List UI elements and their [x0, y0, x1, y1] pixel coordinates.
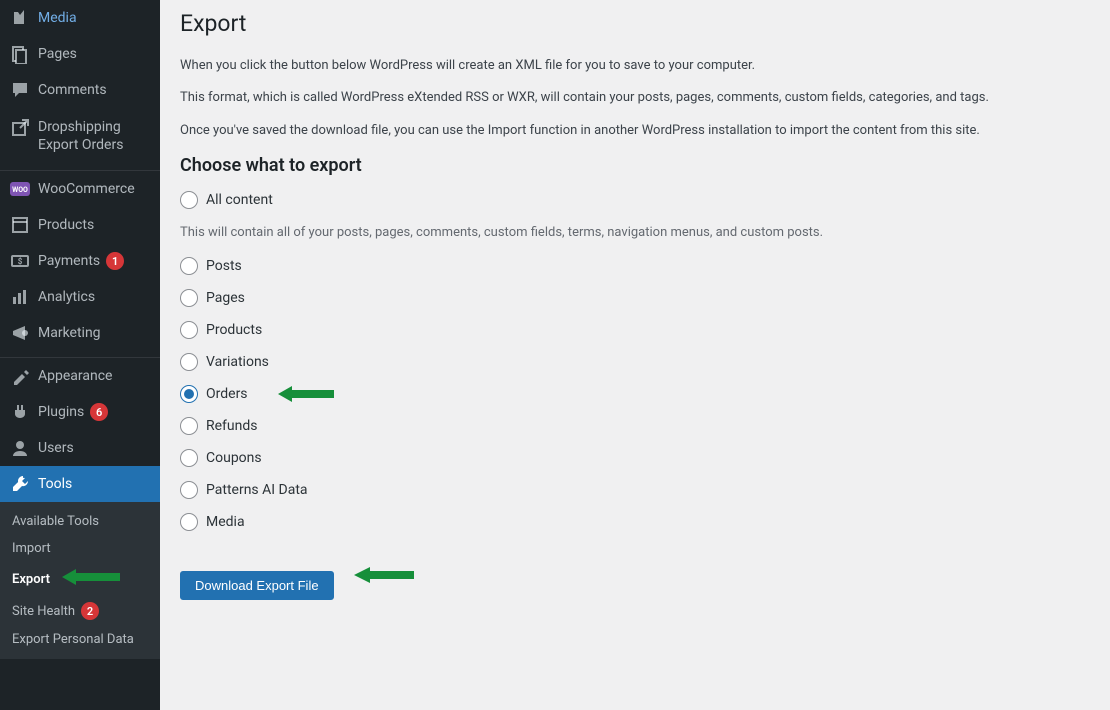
sidebar-item-plugins[interactable]: Plugins 6	[0, 394, 160, 430]
option-label: Coupons	[206, 450, 262, 466]
sidebar-item-pages[interactable]: Pages	[0, 36, 160, 72]
sidebar-item-woocommerce[interactable]: WOO WooCommerce	[0, 170, 160, 207]
svg-text:$: $	[18, 257, 23, 266]
sidebar-item-dropshipping-export-orders[interactable]: Dropshipping Export Orders	[0, 108, 160, 164]
submenu: Available Tools Import Export Site Health 2 E…	[0, 502, 160, 659]
sidebar-item-media[interactable]: Media	[0, 0, 160, 36]
sidebar-item-tools[interactable]: Tools	[0, 466, 160, 502]
menu-label: Payments	[38, 252, 100, 270]
menu-label: Appearance	[38, 367, 112, 385]
radio-icon[interactable]	[180, 449, 198, 467]
export-option-refunds[interactable]: Refunds	[180, 417, 1090, 435]
sidebar-item-products[interactable]: Products	[0, 207, 160, 243]
appearance-icon	[10, 366, 30, 386]
sidebar-item-payments[interactable]: $ Payments 1	[0, 243, 160, 279]
submenu-item-export[interactable]: Export	[0, 562, 160, 596]
submenu-label: Import	[12, 541, 51, 556]
export-option-media[interactable]: Media	[180, 513, 1090, 531]
sidebar-item-analytics[interactable]: Analytics	[0, 279, 160, 315]
option-label: Patterns AI Data	[206, 482, 308, 498]
radio-icon[interactable]	[180, 481, 198, 499]
annotation-arrow	[62, 568, 120, 590]
badge: 2	[81, 602, 99, 620]
option-label: Orders	[206, 386, 248, 402]
annotation-arrow	[278, 385, 334, 403]
comment-icon	[10, 80, 30, 100]
submenu-item-site-health[interactable]: Site Health 2	[0, 596, 160, 626]
plugins-icon	[10, 402, 30, 422]
radio-icon[interactable]	[180, 385, 198, 403]
intro-text: When you click the button below WordPres…	[180, 56, 1090, 141]
sidebar-item-appearance[interactable]: Appearance	[0, 357, 160, 394]
menu-label: Media	[38, 9, 77, 27]
option-label: Media	[206, 514, 245, 530]
menu-label: Analytics	[38, 288, 95, 306]
submenu-item-import[interactable]: Import	[0, 535, 160, 562]
external-icon	[10, 118, 30, 138]
marketing-icon	[10, 323, 30, 343]
option-label: Pages	[206, 290, 245, 306]
badge: 1	[106, 252, 124, 270]
menu-label: WooCommerce	[38, 180, 135, 198]
main-content: Export When you click the button below W…	[160, 0, 1110, 710]
annotation-arrow	[354, 565, 414, 585]
sidebar-item-comments[interactable]: Comments	[0, 72, 160, 108]
export-option-products[interactable]: Products	[180, 321, 1090, 339]
analytics-icon	[10, 287, 30, 307]
page-title: Export	[180, 0, 1090, 43]
payments-icon: $	[10, 251, 30, 271]
export-option-patterns-ai-data[interactable]: Patterns AI Data	[180, 481, 1090, 499]
export-option-all-content[interactable]: All content	[180, 191, 1090, 209]
sidebar-item-marketing[interactable]: Marketing	[0, 315, 160, 351]
option-label: Refunds	[206, 418, 258, 434]
export-option-orders[interactable]: Orders	[180, 385, 1090, 403]
radio-icon[interactable]	[180, 191, 198, 209]
menu-label: Tools	[38, 475, 72, 493]
woo-icon: WOO	[10, 179, 30, 199]
option-label: Products	[206, 322, 262, 338]
export-option-pages[interactable]: Pages	[180, 289, 1090, 307]
page-icon	[10, 44, 30, 64]
radio-icon[interactable]	[180, 513, 198, 531]
radio-icon[interactable]	[180, 257, 198, 275]
section-heading: Choose what to export	[180, 155, 1090, 176]
download-export-button[interactable]: Download Export File	[180, 571, 334, 600]
tools-icon	[10, 474, 30, 494]
option-label: Variations	[206, 354, 269, 370]
products-icon	[10, 215, 30, 235]
submenu-item-export-personal-data[interactable]: Export Personal Data	[0, 626, 160, 653]
radio-icon[interactable]	[180, 353, 198, 371]
submenu-label: Available Tools	[12, 514, 99, 529]
menu-label: Comments	[38, 81, 107, 99]
menu-label: Users	[38, 439, 74, 457]
media-icon	[10, 8, 30, 28]
menu-label: Products	[38, 216, 94, 234]
menu-label: Pages	[38, 45, 77, 63]
radio-icon[interactable]	[180, 321, 198, 339]
export-option-posts[interactable]: Posts	[180, 257, 1090, 275]
menu-label: Marketing	[38, 324, 101, 342]
svg-text:WOO: WOO	[12, 186, 28, 194]
submenu-label: Site Health	[12, 604, 75, 619]
export-option-coupons[interactable]: Coupons	[180, 449, 1090, 467]
sidebar-item-users[interactable]: Users	[0, 430, 160, 466]
export-option-variations[interactable]: Variations	[180, 353, 1090, 371]
admin-sidebar: Media Pages Comments Dropshipping Export Or…	[0, 0, 160, 710]
option-label: All content	[206, 192, 273, 208]
submenu-item-available-tools[interactable]: Available Tools	[0, 508, 160, 535]
submenu-label: Export	[12, 572, 50, 587]
badge: 6	[90, 403, 108, 421]
users-icon	[10, 438, 30, 458]
submenu-label: Export Personal Data	[12, 632, 134, 647]
radio-icon[interactable]	[180, 417, 198, 435]
menu-label: Dropshipping Export Orders	[38, 118, 150, 154]
option-label: Posts	[206, 258, 242, 274]
menu-label: Plugins	[38, 403, 84, 421]
radio-icon[interactable]	[180, 289, 198, 307]
all-content-hint: This will contain all of your posts, pag…	[180, 223, 1090, 243]
